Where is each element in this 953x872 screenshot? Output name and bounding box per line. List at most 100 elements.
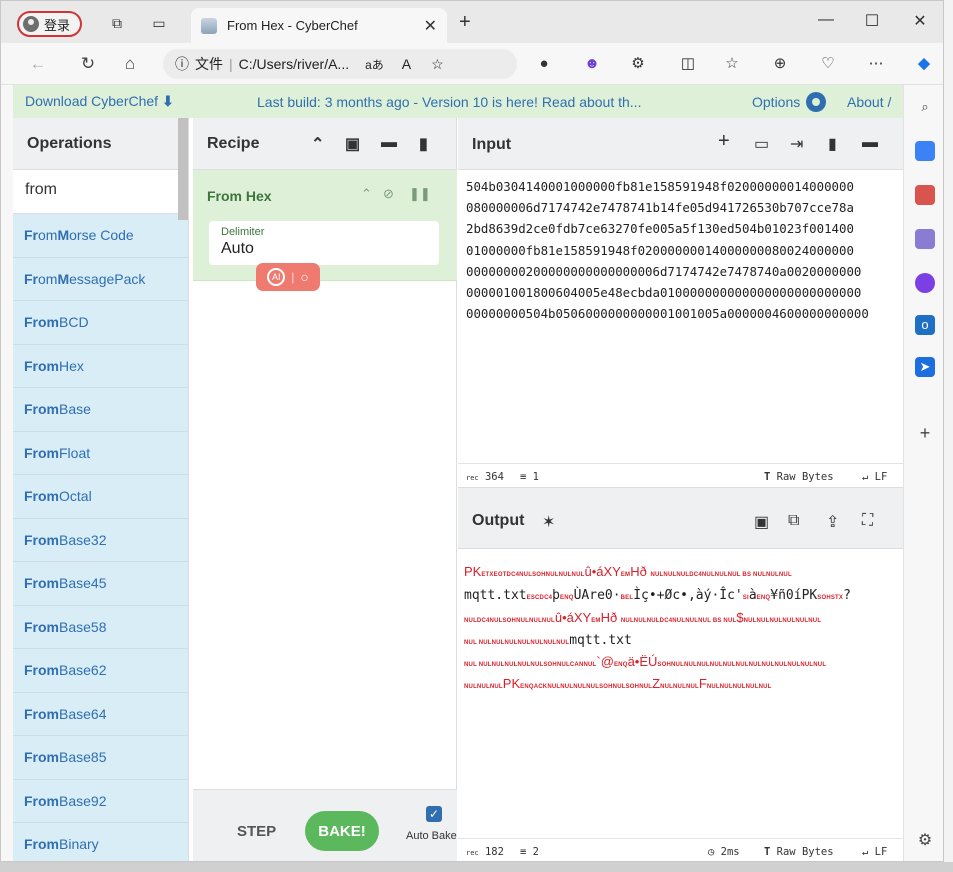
- delimiter-field[interactable]: Delimiter Auto: [209, 221, 439, 265]
- operation-item[interactable]: From Binary: [13, 823, 188, 861]
- info-icon[interactable]: ⓘ: [175, 54, 189, 74]
- output-length-label: rec: [466, 849, 479, 857]
- close-window-button[interactable]: ✕: [905, 11, 935, 31]
- extension-circle-icon[interactable]: ●: [533, 54, 555, 74]
- tag-icon[interactable]: [915, 141, 935, 161]
- auto-bake-checkbox[interactable]: ✓: [426, 806, 442, 822]
- about-link[interactable]: About /: [847, 94, 891, 110]
- outlook-icon[interactable]: o: [915, 315, 935, 335]
- save-output-icon[interactable]: ▣: [754, 512, 769, 532]
- back-icon[interactable]: ←: [27, 54, 49, 74]
- refresh-icon[interactable]: ↻: [77, 54, 99, 74]
- operation-item[interactable]: From Base58: [13, 605, 188, 649]
- operation-item[interactable]: From Base92: [13, 779, 188, 823]
- add-sidebar-app-icon[interactable]: +: [915, 423, 935, 443]
- new-tab-button[interactable]: +: [459, 11, 471, 34]
- clear-input-icon[interactable]: ▮: [828, 134, 837, 154]
- favorites-icon[interactable]: ☆: [721, 54, 743, 74]
- toolbox-icon[interactable]: [915, 185, 935, 205]
- reset-layout-icon[interactable]: ▬: [862, 134, 878, 152]
- last-build-notice[interactable]: Last build: 3 months ago - Version 10 is…: [257, 94, 641, 110]
- io-panel: Input + ▭ ⇥ ▮ ▬ 504b0304140001000000fb81…: [458, 118, 903, 861]
- operation-item[interactable]: Fr om MessagePack: [13, 257, 188, 301]
- input-textarea[interactable]: 504b0304140001000000fb81e158591948f02000…: [466, 176, 896, 324]
- tab-actions-icon[interactable]: ▭: [151, 15, 167, 31]
- search-icon[interactable]: ⌕: [915, 97, 935, 117]
- browser-essentials-icon[interactable]: ♡: [817, 54, 839, 74]
- minimise-operation-icon[interactable]: ⌃: [361, 186, 372, 202]
- profile-button[interactable]: 登录: [17, 11, 83, 37]
- copilot-icon[interactable]: ◆: [913, 54, 935, 74]
- tab-title: From Hex - CyberChef: [227, 18, 358, 33]
- home-icon[interactable]: ⌂: [119, 54, 141, 74]
- operation-item[interactable]: From Base64: [13, 692, 188, 736]
- output-format[interactable]: T Raw Bytes: [764, 846, 834, 858]
- step-button[interactable]: STEP: [237, 823, 276, 840]
- copy-output-icon[interactable]: ⧉: [788, 512, 799, 530]
- tab-cyberchef[interactable]: From Hex - CyberChef ✕: [191, 8, 447, 43]
- open-folder-icon[interactable]: ▭: [754, 134, 769, 154]
- operation-item[interactable]: From Octal: [13, 475, 188, 519]
- clear-recipe-icon[interactable]: ▮: [419, 134, 428, 154]
- more-menu-icon[interactable]: ⋯: [865, 54, 887, 74]
- control-char: ENQ: [560, 595, 574, 601]
- read-aloud-icon[interactable]: A: [402, 56, 411, 72]
- add-tab-icon[interactable]: +: [718, 130, 730, 153]
- operation-item[interactable]: From BCD: [13, 301, 188, 345]
- collections-icon[interactable]: ⊕: [769, 54, 791, 74]
- operation-item[interactable]: Fr om Morse Code: [13, 214, 188, 258]
- breakpoint-icon[interactable]: ❚❚: [409, 186, 431, 202]
- address-bar[interactable]: ⓘ 文件 | C:/Users/river/A... aあ A ☆: [163, 49, 517, 79]
- operation-item[interactable]: From Base32: [13, 518, 188, 562]
- control-char: EM: [591, 618, 601, 624]
- control-char: BEL: [620, 595, 634, 601]
- output-eol[interactable]: ↵ LF: [862, 846, 887, 858]
- send-icon[interactable]: ➤: [915, 357, 935, 377]
- open-file-icon[interactable]: ⇥: [790, 134, 803, 154]
- operations-search-input[interactable]: from: [13, 170, 188, 214]
- input-length-value: 364: [484, 471, 504, 483]
- magic-wand-icon[interactable]: ✶: [542, 512, 555, 532]
- close-tab-icon[interactable]: ✕: [424, 16, 437, 36]
- address-separator: |: [229, 56, 233, 72]
- operation-item[interactable]: From Base62: [13, 649, 188, 693]
- copilot-circle-icon[interactable]: [915, 273, 935, 293]
- recipe-panel: Recipe ⌃ ▣ ▬ ▮ From Hex ⌃ ⊘ ❚❚ Delimiter…: [193, 118, 457, 861]
- extensions-icon[interactable]: ⚙: [627, 54, 649, 74]
- load-recipe-icon[interactable]: ▬: [381, 134, 397, 152]
- options-link[interactable]: Options: [752, 91, 827, 112]
- output-text: ÙAre0·: [573, 588, 621, 603]
- split-screen-icon[interactable]: ◫: [677, 54, 699, 74]
- download-cyberchef-link[interactable]: Download CyberChef ⬇: [25, 93, 174, 110]
- replace-input-icon[interactable]: ⇪: [826, 512, 839, 532]
- operation-item[interactable]: From Float: [13, 431, 188, 475]
- favorite-star-icon[interactable]: ☆: [431, 56, 444, 73]
- disable-operation-icon[interactable]: ⊘: [383, 186, 394, 202]
- operation-item[interactable]: From Base45: [13, 562, 188, 606]
- extension-face-icon[interactable]: ☻: [581, 54, 603, 74]
- operation-item[interactable]: From Hex: [13, 344, 188, 388]
- save-recipe-icon[interactable]: ▣: [345, 134, 360, 154]
- output-text: ?: [843, 588, 851, 603]
- ai-search-badge[interactable]: AI | ○: [256, 263, 320, 291]
- operation-item-text: From: [24, 357, 59, 374]
- bake-button[interactable]: BAKE!: [305, 811, 379, 851]
- operations-scrollbar[interactable]: [178, 118, 188, 220]
- operation-item[interactable]: From Base: [13, 388, 188, 432]
- translate-icon[interactable]: aあ: [365, 56, 384, 73]
- sidebar-settings-icon[interactable]: ⚙: [915, 831, 935, 851]
- input-eol[interactable]: ↵ LF: [862, 471, 887, 483]
- operation-item-text: orse Code: [69, 227, 134, 244]
- output-text: ¥ñ0íPK: [770, 588, 818, 603]
- collapse-icon[interactable]: ⌃: [311, 134, 324, 154]
- recipe-operation-from-hex: From Hex ⌃ ⊘ ❚❚ Delimiter Auto: [193, 170, 457, 281]
- workspaces-icon[interactable]: ⧉: [109, 15, 125, 31]
- profile-label: 登录: [44, 17, 71, 33]
- operation-item[interactable]: From Base85: [13, 736, 188, 780]
- output-area[interactable]: PKETXEOTDC4NULSOHNULNULNULû•áXYEMHð NULN…: [458, 549, 903, 832]
- minimize-button[interactable]: —: [811, 11, 841, 29]
- games-icon[interactable]: [915, 229, 935, 249]
- maximize-button[interactable]: ☐: [857, 11, 887, 31]
- maximise-output-icon[interactable]: ⛶: [862, 512, 873, 530]
- input-format[interactable]: T Raw Bytes: [764, 471, 834, 483]
